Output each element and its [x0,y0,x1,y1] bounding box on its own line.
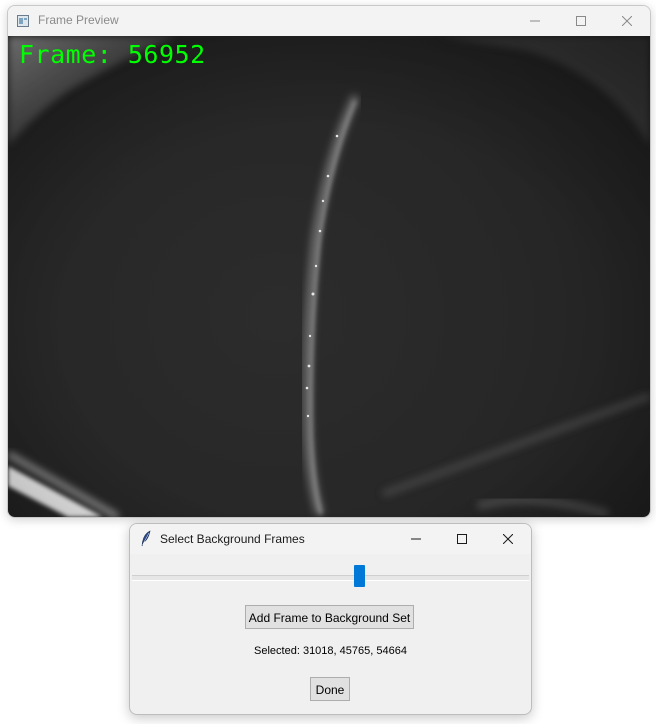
maximize-icon [576,16,586,26]
maximize-icon [457,534,467,544]
frame-slider-track[interactable] [132,575,529,581]
frame-number-overlay: Frame: 56952 [19,40,206,69]
dialog-maximize-button[interactable] [439,524,485,554]
app-window-icon [17,14,29,27]
maximize-button[interactable] [558,6,604,36]
dialog-close-button[interactable] [485,524,531,554]
select-background-frames-window: Select Background Frames Add Frame to Ba… [129,523,532,715]
frame-preview-window: Frame Preview Frame: 56952 [7,5,651,518]
add-frame-button[interactable]: Add Frame to Background Set [245,605,414,629]
dialog-titlebar[interactable]: Select Background Frames [130,524,531,554]
preview-window-title: Frame Preview [38,13,119,27]
minimize-icon [411,538,421,540]
close-button[interactable] [604,6,650,36]
selected-frames-label: Selected: 31018, 45765, 54664 [254,645,407,657]
video-frame-image [8,36,650,517]
minimize-button[interactable] [512,6,558,36]
close-icon [622,16,632,26]
tk-feather-icon [140,530,152,553]
minimize-icon [530,20,540,22]
dialog-title: Select Background Frames [160,532,305,546]
close-icon [503,534,513,544]
dialog-minimize-button[interactable] [393,524,439,554]
preview-titlebar[interactable]: Frame Preview [8,6,650,36]
video-frame: Frame: 56952 [8,36,650,517]
frame-slider-thumb[interactable] [353,565,365,587]
done-button[interactable]: Done [310,677,350,701]
